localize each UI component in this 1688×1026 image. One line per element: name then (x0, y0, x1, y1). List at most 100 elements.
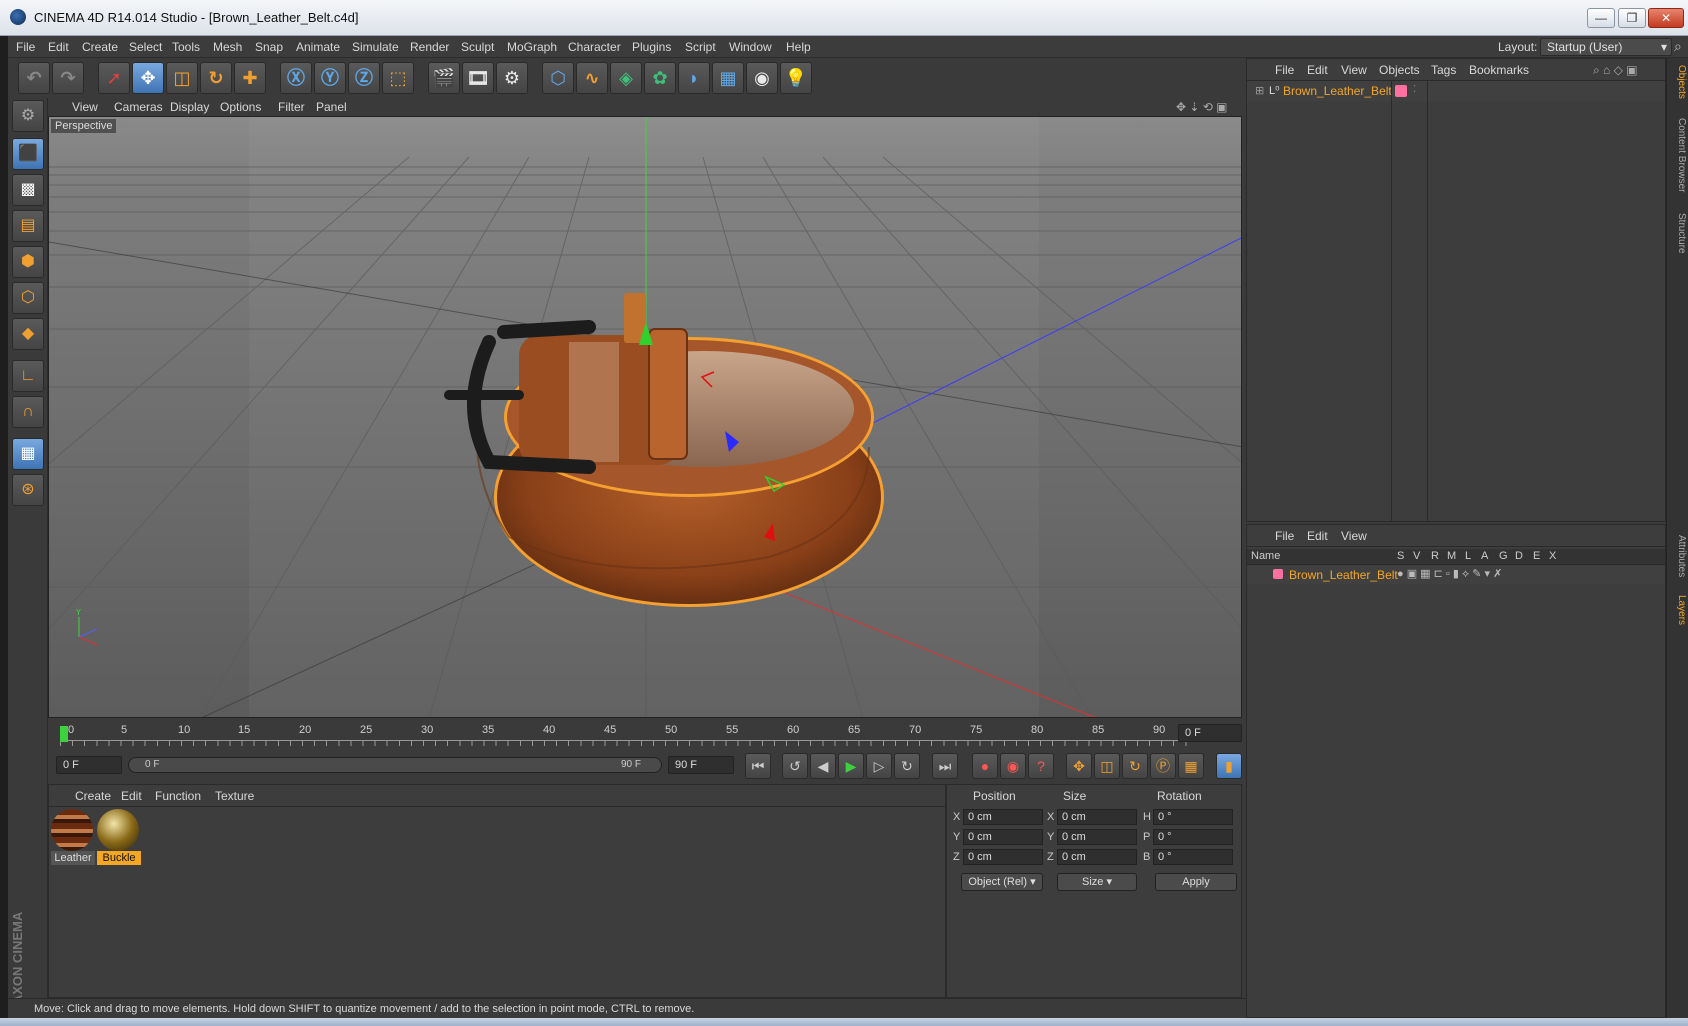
expand-icon[interactable]: ⊞ (1255, 84, 1264, 97)
coordinate-system-icon[interactable]: ⬚ (382, 62, 414, 94)
rotation-p-field[interactable]: 0 ° (1153, 829, 1233, 845)
record-keys-icon[interactable]: ● (972, 753, 998, 779)
rotate-tool-icon[interactable]: ↻ (200, 62, 232, 94)
object-toolbar-icons[interactable]: ⌕ ⌂ ◇ ▣ (1593, 63, 1638, 78)
move-tool-icon[interactable]: ✥ (132, 62, 164, 94)
layer-row[interactable]: Brown_Leather_Belt ● ▣ ▦ ⊏ ▫ ▮ ⟡ ✎ ▾ ✗ (1247, 566, 1665, 584)
object-menu-file[interactable]: File (1275, 63, 1294, 77)
key-scale-icon[interactable]: ◫ (1094, 753, 1120, 779)
tab-content-browser[interactable]: Content Browser (1669, 110, 1687, 200)
close-button[interactable]: ✕ (1648, 8, 1684, 28)
menu-character[interactable]: Character (568, 40, 621, 54)
z-axis-lock-icon[interactable]: Ⓩ (348, 62, 380, 94)
object-menu-edit[interactable]: Edit (1307, 63, 1328, 77)
scale-tool-icon[interactable]: ◫ (166, 62, 198, 94)
menu-edit[interactable]: Edit (48, 40, 69, 54)
material-menu-function[interactable]: Function (155, 789, 201, 803)
minimize-button[interactable]: — (1587, 8, 1615, 28)
live-selection-icon[interactable]: ➚ (98, 62, 130, 94)
layer-toggle-icons[interactable]: ● ▣ ▦ ⊏ ▫ ▮ ⟡ ✎ ▾ ✗ (1397, 567, 1502, 581)
model-mode-icon[interactable]: ⬛ (12, 138, 44, 170)
goto-next-key-icon[interactable]: ↻ (894, 753, 920, 779)
floor-icon[interactable]: ▦ (712, 62, 744, 94)
keyframe-selection-icon[interactable]: ? (1028, 753, 1054, 779)
menu-animate[interactable]: Animate (296, 40, 340, 54)
goto-end-icon[interactable]: ⏭ (932, 753, 958, 779)
menu-mograph[interactable]: MoGraph (507, 40, 557, 54)
timeline-playhead[interactable] (60, 726, 68, 742)
viewport-menu-view[interactable]: View (72, 100, 98, 114)
position-z-field[interactable]: 0 cm (963, 849, 1043, 865)
menu-file[interactable]: File (16, 40, 35, 54)
rotation-h-field[interactable]: 0 ° (1153, 809, 1233, 825)
snap-icon[interactable]: ⊛ (12, 474, 44, 506)
tab-attributes[interactable]: Attributes (1669, 528, 1687, 584)
camera-icon[interactable]: ◉ (746, 62, 778, 94)
current-frame-field[interactable]: 0 F (1178, 724, 1242, 742)
play-icon[interactable]: ▶ (838, 753, 864, 779)
visibility-dots-icon[interactable]: ⁚ (1413, 84, 1416, 95)
menu-plugins[interactable]: Plugins (632, 40, 671, 54)
menu-sculpt[interactable]: Sculpt (461, 40, 494, 54)
deformer-icon[interactable]: ◗ (678, 62, 710, 94)
light-icon[interactable]: 💡 (780, 62, 812, 94)
magnet-icon[interactable]: ∩ (12, 396, 44, 428)
workplane-lock-icon[interactable]: ▦ (12, 438, 44, 470)
timeline[interactable]: 0 5 10 15 20 25 30 35 40 45 50 55 60 65 … (48, 720, 1244, 754)
menu-render[interactable]: Render (410, 40, 449, 54)
menu-create[interactable]: Create (82, 40, 118, 54)
texture-mode-icon[interactable]: ▩ (12, 174, 44, 206)
coordinate-mode-select[interactable]: Object (Rel) ▾ (961, 873, 1043, 891)
object-menu-tags[interactable]: Tags (1431, 63, 1456, 77)
layer-menu-edit[interactable]: Edit (1307, 529, 1328, 543)
material-buckle[interactable]: Buckle (97, 809, 141, 867)
object-menu-view[interactable]: View (1341, 63, 1367, 77)
key-rotation-icon[interactable]: ↻ (1122, 753, 1148, 779)
object-menu-bookmarks[interactable]: Bookmarks (1469, 63, 1529, 77)
viewport-menu-options[interactable]: Options (220, 100, 261, 114)
size-y-field[interactable]: 0 cm (1057, 829, 1137, 845)
menu-simulate[interactable]: Simulate (352, 40, 399, 54)
render-picture-viewer-icon[interactable]: 🎞 (462, 62, 494, 94)
undo-icon[interactable]: ↶ (18, 62, 50, 94)
menu-select[interactable]: Select (129, 40, 162, 54)
step-back-icon[interactable]: ◀ (810, 753, 836, 779)
size-x-field[interactable]: 0 cm (1057, 809, 1137, 825)
position-y-field[interactable]: 0 cm (963, 829, 1043, 845)
position-x-field[interactable]: 0 cm (963, 809, 1043, 825)
viewport-nav-icon[interactable]: ✥ ⇣ ⟲ ▣ (1176, 100, 1228, 114)
size-z-field[interactable]: 0 cm (1057, 849, 1137, 865)
layer-menu-file[interactable]: File (1275, 529, 1294, 543)
menu-mesh[interactable]: Mesh (213, 40, 242, 54)
material-leather[interactable]: Leather (51, 809, 95, 867)
points-mode-icon[interactable]: ⬢ (12, 246, 44, 278)
spline-icon[interactable]: ∿ (576, 62, 608, 94)
auto-keying-icon[interactable]: ◉ (1000, 753, 1026, 779)
render-view-icon[interactable]: 🎬 (428, 62, 460, 94)
layer-menu-view[interactable]: View (1341, 529, 1367, 543)
rotation-b-field[interactable]: 0 ° (1153, 849, 1233, 865)
layer-color-icon[interactable] (1395, 85, 1407, 97)
tab-objects[interactable]: Objects (1669, 62, 1687, 102)
goto-prev-key-icon[interactable]: ↺ (782, 753, 808, 779)
redo-icon[interactable]: ↷ (52, 62, 84, 94)
goto-start-icon[interactable]: ⏮ (745, 753, 771, 779)
preview-range-slider[interactable]: 0 F 90 F (128, 757, 662, 773)
viewport-menu-panel[interactable]: Panel (316, 100, 347, 114)
x-axis-lock-icon[interactable]: Ⓧ (280, 62, 312, 94)
polygons-mode-icon[interactable]: ◆ (12, 318, 44, 350)
perspective-viewport[interactable]: Y Perspective (48, 116, 1242, 718)
tab-layers[interactable]: Layers (1669, 590, 1687, 630)
nurbs-icon[interactable]: ◈ (610, 62, 642, 94)
edges-mode-icon[interactable]: ⬡ (12, 282, 44, 314)
layer-color-icon[interactable] (1273, 569, 1283, 579)
step-forward-icon[interactable]: ▷ (866, 753, 892, 779)
menu-window[interactable]: Window (729, 40, 772, 54)
key-position-icon[interactable]: ✥ (1066, 753, 1092, 779)
render-settings-icon[interactable]: ⚙ (496, 62, 528, 94)
axis-mode-icon[interactable]: ∟ (12, 360, 44, 392)
timeline-settings-icon[interactable]: ▮ (1216, 753, 1242, 779)
add-tool-icon[interactable]: ✚ (234, 62, 266, 94)
menu-tools[interactable]: Tools (172, 40, 200, 54)
menu-snap[interactable]: Snap (255, 40, 283, 54)
